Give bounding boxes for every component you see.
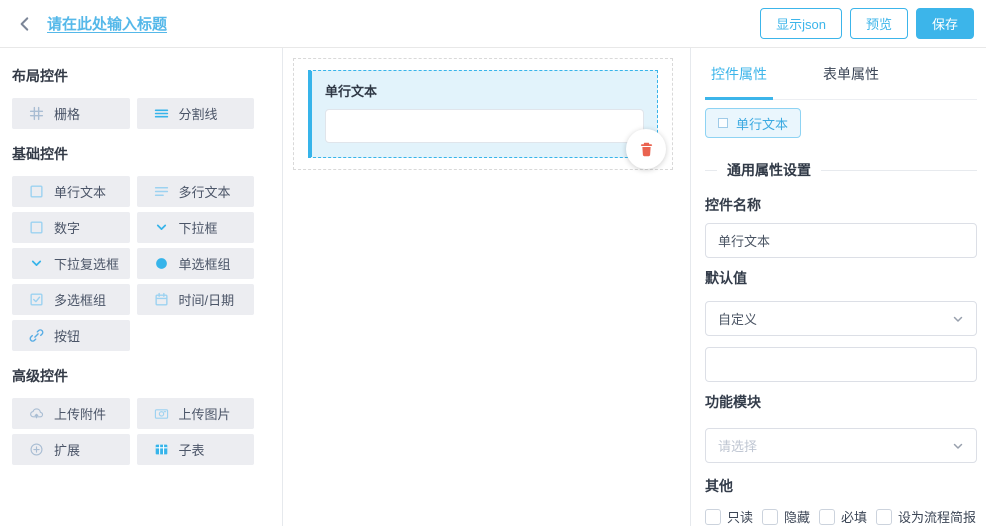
form-title[interactable]: 请在此处输入标题 xyxy=(47,13,167,34)
chevron-down-icon xyxy=(29,256,44,271)
preview-button[interactable]: 预览 xyxy=(849,8,908,39)
show-json-button[interactable]: 显示json xyxy=(760,8,842,39)
palette-section-advanced-title: 高级控件 xyxy=(12,368,68,384)
square-icon xyxy=(29,184,44,199)
chevron-down-icon xyxy=(952,440,964,452)
widget-name-input[interactable] xyxy=(705,223,977,258)
palette-item-label: 多行文本 xyxy=(178,185,231,200)
palette-item-label: 按钮 xyxy=(54,329,81,344)
checkbox-hidden[interactable]: 隐藏 xyxy=(762,507,810,526)
palette-item-divider[interactable]: 分割线 xyxy=(136,98,254,129)
inspector-tabs: 控件属性 表单属性 xyxy=(705,48,977,100)
field-input[interactable] xyxy=(325,109,644,143)
palette-item-label: 上传图片 xyxy=(178,407,231,422)
palette-item-label: 时间/日期 xyxy=(178,293,235,308)
trash-icon xyxy=(640,142,652,156)
chevron-left-icon xyxy=(20,16,29,31)
form-canvas-panel: 单行文本 xyxy=(283,48,690,526)
selected-widget-chip[interactable]: 单行文本 xyxy=(705,108,802,138)
palette-item-label: 下拉框 xyxy=(178,221,218,236)
widget-palette: 布局控件 栅格 分割线 基础控件 单行文本 多行文本 数字 下拉框 下拉复选框 … xyxy=(0,48,283,526)
camera-icon xyxy=(154,406,169,421)
custom-default-input[interactable] xyxy=(705,347,977,382)
palette-item-number[interactable]: 数字 xyxy=(12,212,130,243)
checked-square-icon xyxy=(29,292,44,307)
palette-item-upload-file[interactable]: 上传附件 xyxy=(12,398,130,429)
checkbox-flow-brief[interactable]: 设为流程简报 xyxy=(876,507,976,526)
palette-item-subtable[interactable]: 子表 xyxy=(136,434,254,465)
widget-name-label: 控件名称 xyxy=(705,197,761,213)
section-divider: 通用属性设置 xyxy=(705,160,977,180)
chevron-down-icon xyxy=(154,220,169,235)
save-button[interactable]: 保存 xyxy=(915,8,974,39)
field-label: 单行文本 xyxy=(325,84,378,99)
checkbox-box xyxy=(762,508,779,525)
palette-item-label: 单选框组 xyxy=(178,257,231,272)
table-icon xyxy=(154,442,169,457)
chevron-down-icon xyxy=(952,313,964,325)
palette-item-checkbox-group[interactable]: 多选框组 xyxy=(12,284,130,315)
square-icon xyxy=(29,220,44,235)
palette-item-label: 分割线 xyxy=(178,107,218,122)
link-icon xyxy=(29,328,44,343)
radio-icon xyxy=(154,256,169,271)
tab-widget-properties[interactable]: 控件属性 xyxy=(705,48,773,100)
other-label: 其他 xyxy=(705,478,733,494)
palette-item-label: 栅格 xyxy=(54,107,81,122)
palette-item-label: 多选框组 xyxy=(54,293,107,308)
checkbox-readonly[interactable]: 只读 xyxy=(705,507,753,526)
palette-item-upload-image[interactable]: 上传图片 xyxy=(136,398,254,429)
palette-item-grid[interactable]: 栅格 xyxy=(12,98,130,129)
delete-field-button[interactable] xyxy=(626,129,666,169)
checkbox-row-1: 只读 隐藏 必填 设为流程简报 xyxy=(705,507,977,526)
palette-item-datetime[interactable]: 时间/日期 xyxy=(136,284,254,315)
palette-item-multi-select[interactable]: 下拉复选框 xyxy=(12,248,130,279)
checkbox-box xyxy=(819,508,836,525)
palette-item-label: 数字 xyxy=(54,221,81,236)
palette-item-radio-group[interactable]: 单选框组 xyxy=(136,248,254,279)
palette-item-button[interactable]: 按钮 xyxy=(12,320,130,351)
tab-form-properties[interactable]: 表单属性 xyxy=(817,48,885,99)
palette-item-label: 上传附件 xyxy=(54,407,107,422)
form-canvas[interactable]: 单行文本 xyxy=(293,58,673,170)
module-label: 功能模块 xyxy=(705,394,761,410)
plus-circle-icon xyxy=(29,442,44,457)
checkbox-box xyxy=(705,508,721,525)
palette-item-extension[interactable]: 扩展 xyxy=(12,434,130,465)
palette-item-label: 扩展 xyxy=(54,443,81,458)
palette-item-label: 下拉复选框 xyxy=(54,257,120,272)
text-lines-icon xyxy=(154,184,169,199)
module-select[interactable]: 请选择 xyxy=(705,428,977,463)
palette-section-basic-title: 基础控件 xyxy=(12,146,68,162)
back-button[interactable] xyxy=(16,15,34,33)
cloud-upload-icon xyxy=(29,406,44,421)
square-icon xyxy=(718,118,728,128)
checkbox-required[interactable]: 必填 xyxy=(819,507,867,526)
default-value-select[interactable]: 自定义 xyxy=(705,301,977,336)
checkbox-box xyxy=(876,508,893,525)
general-settings-title: 通用属性设置 xyxy=(727,162,811,178)
default-value-label: 默认值 xyxy=(705,270,747,286)
palette-item-single-line-text[interactable]: 单行文本 xyxy=(12,176,130,207)
calendar-icon xyxy=(154,292,169,307)
selected-field-card[interactable]: 单行文本 xyxy=(308,70,666,169)
top-bar: 请在此处输入标题 显示json 预览 保存 xyxy=(0,0,986,48)
palette-item-select[interactable]: 下拉框 xyxy=(136,212,254,243)
divider-icon xyxy=(154,106,169,121)
palette-item-label: 子表 xyxy=(178,443,205,458)
grid-icon xyxy=(29,106,44,121)
palette-section-layout-title: 布局控件 xyxy=(12,68,68,84)
palette-item-textarea[interactable]: 多行文本 xyxy=(136,176,254,207)
inspector-panel: 控件属性 表单属性 单行文本 通用属性设置 控件名称 默认值 自定义 功能模块 … xyxy=(690,48,986,526)
palette-item-label: 单行文本 xyxy=(54,185,107,200)
